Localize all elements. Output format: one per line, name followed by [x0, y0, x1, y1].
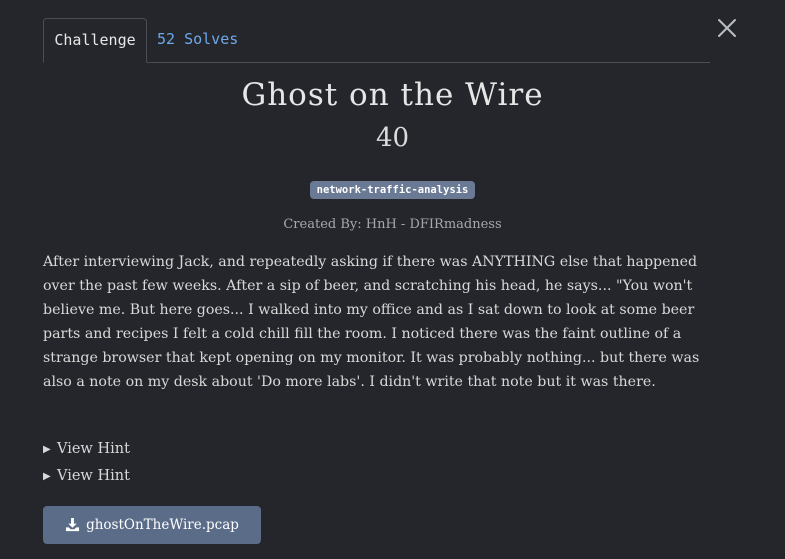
- challenge-description: After interviewing Jack, and repeatedly …: [43, 254, 700, 390]
- close-button[interactable]: [715, 16, 739, 40]
- challenge-modal: Challenge 52 Solves Ghost on the Wire 40…: [0, 0, 785, 559]
- download-file-button[interactable]: ghostOnTheWire.pcap: [43, 506, 261, 544]
- hint-toggle-1[interactable]: ▶ View Hint: [43, 439, 130, 460]
- download-filename: ghostOnTheWire.pcap: [86, 517, 239, 533]
- category-tag: network-traffic-analysis: [309, 181, 476, 199]
- tag-list: network-traffic-analysis: [0, 178, 785, 199]
- challenge-points: 40: [375, 123, 410, 153]
- hint-label: View Hint: [57, 441, 130, 457]
- caret-right-icon: ▶: [43, 444, 51, 455]
- challenge-author: Created By: HnH - DFIRmadness: [283, 217, 502, 232]
- modal-tabs: Challenge 52 Solves: [43, 18, 710, 63]
- hint-toggle-2[interactable]: ▶ View Hint: [43, 466, 130, 487]
- tab-challenge[interactable]: Challenge: [43, 18, 147, 63]
- challenge-title: Ghost on the Wire: [241, 77, 544, 113]
- download-icon: [65, 509, 80, 547]
- tab-solves[interactable]: 52 Solves: [147, 18, 248, 62]
- hint-label: View Hint: [57, 468, 130, 484]
- caret-right-icon: ▶: [43, 471, 51, 482]
- close-icon: [718, 19, 736, 37]
